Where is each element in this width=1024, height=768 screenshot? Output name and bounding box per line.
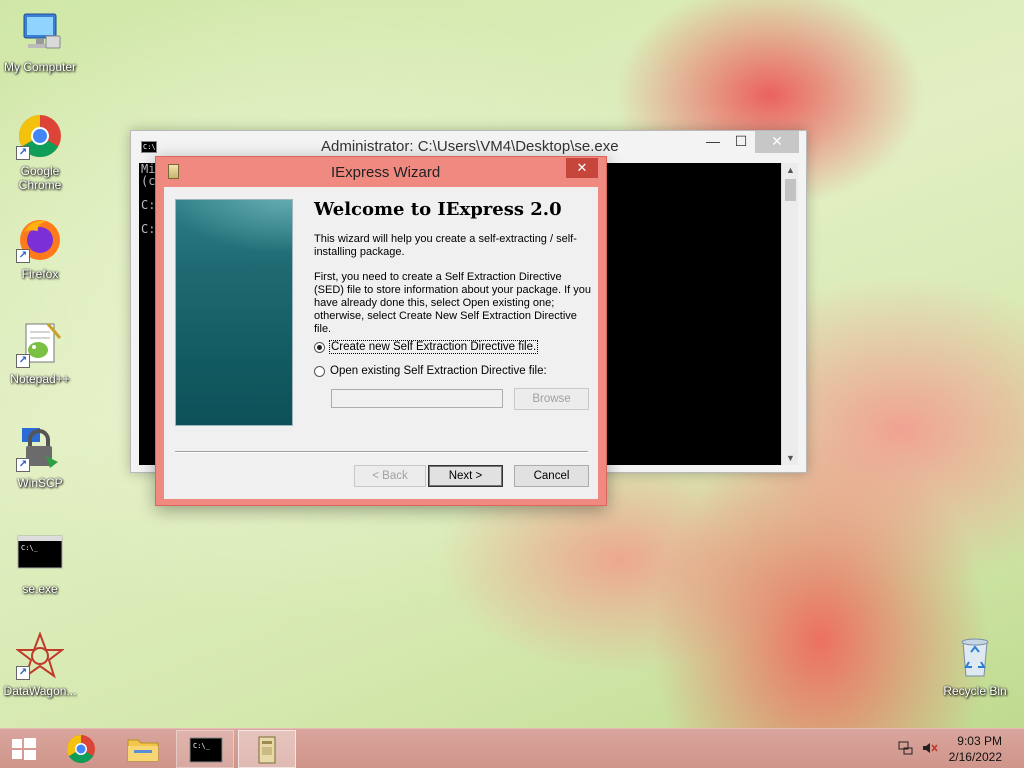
console-icon: C:\_ — [16, 530, 64, 578]
svg-text:C:\_: C:\_ — [193, 742, 211, 750]
folder-icon — [127, 739, 159, 762]
console-icon: C:\ — [141, 141, 157, 153]
wizard-intro-text: This wizard will help you create a self-… — [314, 233, 577, 258]
taskbar-chrome[interactable] — [52, 730, 110, 768]
desktop-icon-label: Notepad++ — [10, 372, 70, 386]
cancel-button[interactable]: Cancel — [514, 465, 589, 487]
shortcut-arrow-icon: ↗ — [16, 666, 30, 680]
desktop-icon-firefox[interactable]: ↗ Firefox — [0, 215, 80, 281]
wizard-body: Welcome to IExpress 2.0 This wizard will… — [164, 187, 598, 499]
desktop-icon-label: My Computer — [3, 60, 77, 74]
desktop-icon-notepad-plus-plus[interactable]: ↗ Notepad++ — [0, 320, 80, 386]
next-button[interactable]: Next > — [428, 465, 503, 487]
back-button[interactable]: < Back — [354, 465, 426, 487]
radio-create-new-sed[interactable]: Create new Self Extraction Directive fil… — [314, 340, 539, 354]
maximize-button[interactable]: ☐ — [727, 131, 755, 153]
desktop-icon-label: Google Chrome — [18, 164, 62, 192]
radio-label: Open existing Self Extraction Directive … — [330, 365, 547, 377]
close-button[interactable]: ✕ — [566, 158, 598, 178]
scrollbar-thumb[interactable] — [785, 179, 796, 201]
chrome-icon — [67, 735, 95, 763]
shortcut-arrow-icon: ↗ — [16, 249, 30, 263]
taskbar-iexpress[interactable] — [238, 730, 296, 768]
iexpress-icon — [168, 164, 179, 179]
recycle-bin-icon — [951, 632, 999, 680]
iexpress-icon — [258, 736, 276, 764]
clock-date[interactable]: 2/16/2022 — [949, 750, 1002, 764]
desktop-icon-my-computer[interactable]: My Computer — [0, 8, 80, 74]
close-button[interactable]: ✕ — [755, 131, 799, 153]
radio-open-existing-sed[interactable]: Open existing Self Extraction Directive … — [314, 365, 547, 377]
desktop-icon-label: Recycle Bin — [943, 684, 1007, 698]
shortcut-arrow-icon: ↗ — [16, 146, 30, 160]
radio-button[interactable] — [314, 365, 325, 377]
shortcut-arrow-icon: ↗ — [16, 458, 30, 472]
volume-muted-icon[interactable] — [921, 740, 939, 759]
winscp-icon: ↗ — [16, 424, 64, 472]
wizard-titlebar[interactable]: IExpress Wizard ✕ — [156, 157, 606, 187]
network-icon[interactable] — [898, 740, 914, 759]
chrome-icon: ↗ — [16, 112, 64, 160]
wizard-side-image — [175, 199, 293, 426]
start-button[interactable] — [0, 730, 48, 768]
minimize-button[interactable]: — — [699, 131, 727, 153]
datawagon-icon: ↗ — [15, 631, 65, 680]
notepad-plus-plus-icon: ↗ — [16, 320, 64, 368]
scroll-up-icon[interactable]: ▲ — [782, 165, 799, 175]
windows-logo-icon — [12, 738, 36, 760]
taskbar: C:\_ 9:03 PM 2/16/2022 — [0, 728, 1024, 768]
firefox-icon: ↗ — [16, 215, 64, 263]
desktop-icon-datawagon[interactable]: ↗ DataWagon... — [0, 631, 80, 698]
desktop-icon-google-chrome[interactable]: ↗ Google Chrome — [0, 112, 80, 192]
console-scrollbar[interactable]: ▲ ▼ — [781, 163, 798, 465]
radio-button-selected[interactable] — [314, 341, 325, 353]
scroll-down-icon[interactable]: ▼ — [782, 453, 799, 463]
desktop-icon-recycle-bin[interactable]: Recycle Bin — [935, 632, 1015, 698]
wizard-heading: Welcome to IExpress 2.0 — [314, 199, 562, 220]
iexpress-wizard-dialog[interactable]: IExpress Wizard ✕ Welcome to IExpress 2.… — [155, 156, 607, 506]
svg-text:C:\_: C:\_ — [21, 544, 39, 552]
desktop-icon-winscp[interactable]: ↗ WinSCP — [0, 424, 80, 490]
clock-time[interactable]: 9:03 PM — [957, 734, 1002, 748]
wizard-title: IExpress Wizard — [331, 164, 441, 181]
browse-button[interactable]: Browse — [514, 388, 589, 410]
sed-path-input[interactable] — [331, 389, 503, 408]
wizard-instructions-text: First, you need to create a Self Extract… — [314, 271, 591, 335]
desktop-icon-label: WinSCP — [17, 476, 63, 490]
desktop-icon-label: DataWagon... — [3, 684, 77, 698]
desktop-icon-se-exe[interactable]: C:\_ se.exe — [0, 530, 80, 596]
console-icon: C:\_ — [189, 737, 223, 763]
taskbar-console[interactable]: C:\_ — [176, 730, 234, 768]
computer-icon — [16, 8, 64, 56]
taskbar-file-explorer[interactable] — [114, 730, 172, 768]
radio-label: Create new Self Extraction Directive fil… — [328, 340, 539, 354]
desktop-icon-label: se.exe — [22, 582, 58, 596]
shortcut-arrow-icon: ↗ — [16, 354, 30, 368]
wizard-separator — [175, 451, 588, 453]
console-title: Administrator: C:\Users\VM4\Desktop\se.e… — [321, 138, 619, 155]
desktop-icon-label: Firefox — [21, 267, 59, 281]
